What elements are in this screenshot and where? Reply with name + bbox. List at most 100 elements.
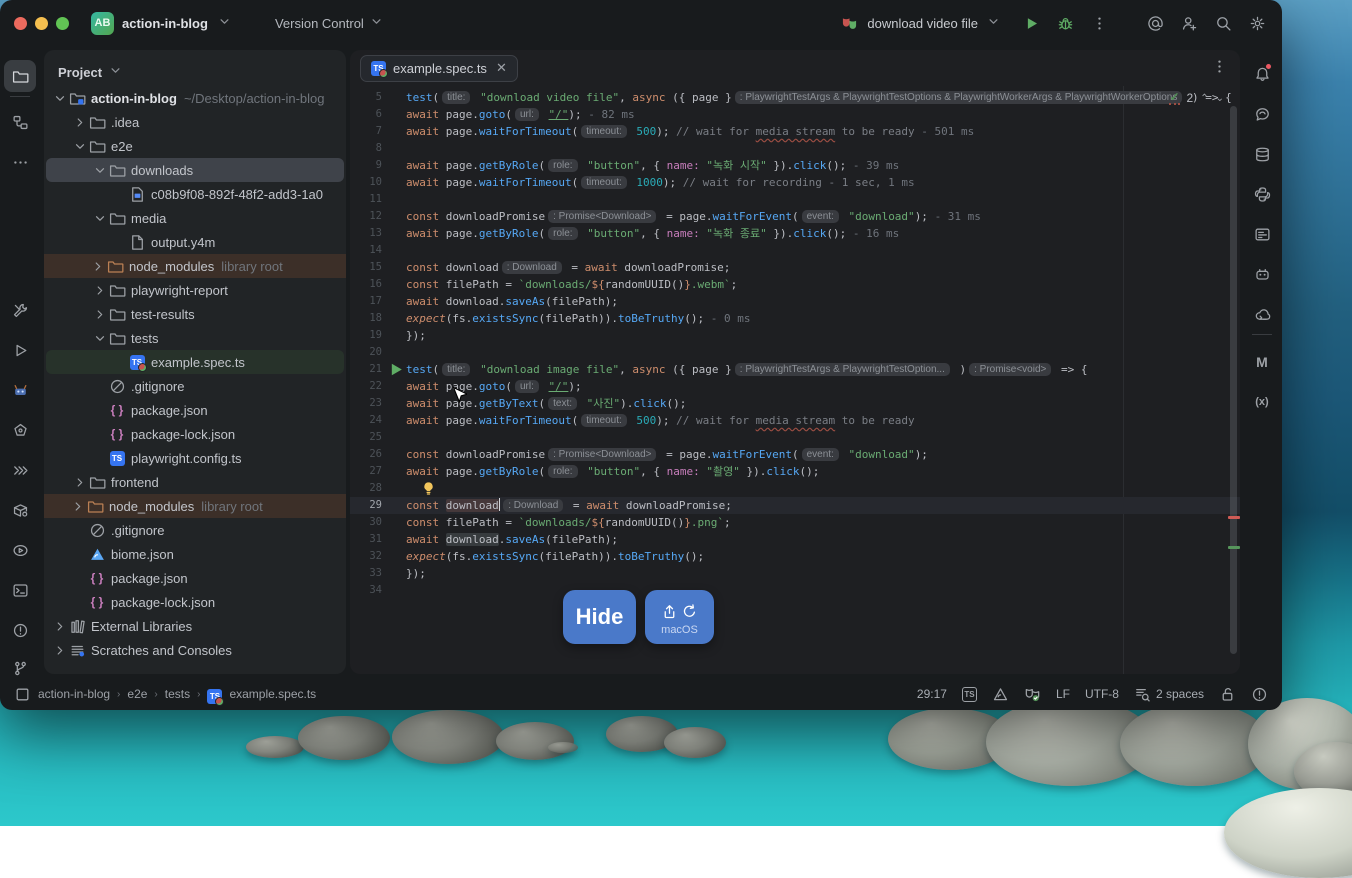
notifications-tool-button[interactable] bbox=[1246, 58, 1278, 90]
caret-position[interactable]: 29:17 bbox=[917, 687, 947, 701]
tree-item-c08b9f08-892f-48f2-add3-1a0[interactable]: c08b9f08-892f-48f2-add3-1a0 bbox=[46, 182, 344, 206]
commit-tool-button[interactable] bbox=[4, 106, 36, 138]
chevron-right-icon[interactable] bbox=[92, 282, 108, 298]
line-number[interactable]: 25 bbox=[350, 429, 386, 446]
macos-share-button[interactable]: macOS bbox=[645, 590, 714, 644]
line-number[interactable]: 23 bbox=[350, 395, 386, 412]
lock-icon[interactable] bbox=[1219, 686, 1236, 703]
chevron-down-icon[interactable] bbox=[52, 90, 68, 106]
code-line-30[interactable]: 30 const filePath = `downloads/${randomU… bbox=[350, 514, 1240, 531]
close-tab-icon[interactable]: ✕ bbox=[496, 60, 507, 76]
ai-chat-tool-button[interactable] bbox=[1246, 258, 1278, 290]
chevron-right-icon[interactable] bbox=[72, 114, 88, 130]
line-number[interactable]: 21 bbox=[350, 361, 386, 378]
ai-assistant-button[interactable] bbox=[1144, 12, 1166, 34]
settings-button[interactable] bbox=[1246, 12, 1268, 34]
code-with-me-button[interactable] bbox=[1178, 12, 1200, 34]
search-everywhere-button[interactable] bbox=[1212, 12, 1234, 34]
tree-item-node-modules[interactable]: node_modules library root bbox=[44, 254, 346, 278]
tree-item-e2e[interactable]: e2e bbox=[46, 134, 344, 158]
chevron-down-icon[interactable] bbox=[107, 62, 124, 82]
error-stripe-mark[interactable] bbox=[1228, 546, 1240, 549]
minimize-window-button[interactable] bbox=[35, 16, 48, 30]
tree-item-package-lock.json[interactable]: { } package-lock.json bbox=[46, 422, 344, 446]
code-line-17[interactable]: 17 await download.saveAs(filePath); bbox=[350, 293, 1240, 310]
tree-item-frontend[interactable]: frontend bbox=[46, 470, 344, 494]
breadcrumb-action-in-blog[interactable]: action-in-blog bbox=[38, 687, 110, 701]
run-configuration-selector[interactable]: download video file bbox=[838, 12, 1002, 34]
project-menu[interactable]: action-in-blog bbox=[122, 13, 233, 33]
tree-item-downloads[interactable]: downloads bbox=[46, 158, 344, 182]
line-number[interactable]: 12 bbox=[350, 208, 386, 225]
tree-item-package-lock.json[interactable]: { } package-lock.json bbox=[46, 590, 344, 614]
code-line-12[interactable]: 12 const downloadPromise: Promise<Downlo… bbox=[350, 208, 1240, 225]
line-number[interactable]: 11 bbox=[350, 191, 386, 208]
fullscreen-window-button[interactable] bbox=[56, 16, 69, 30]
code-line-28[interactable]: 28 bbox=[350, 480, 1240, 497]
line-number[interactable]: 24 bbox=[350, 412, 386, 429]
chevron-down-icon[interactable] bbox=[92, 162, 108, 178]
run-button[interactable] bbox=[1020, 12, 1042, 34]
run-tool-button[interactable] bbox=[4, 334, 36, 366]
line-number[interactable]: 26 bbox=[350, 446, 386, 463]
line-number[interactable]: 29 bbox=[350, 497, 386, 514]
version-control-menu[interactable]: Version Control bbox=[275, 13, 385, 33]
chevron-right-icon[interactable] bbox=[52, 618, 68, 634]
tree-item-playwright.config.ts[interactable]: TS playwright.config.ts bbox=[46, 446, 344, 470]
code-line-21[interactable]: 21 test(title: "download image file", asy… bbox=[350, 361, 1240, 378]
meta-tool-tool-button[interactable] bbox=[4, 414, 36, 446]
chevron-right-icon[interactable] bbox=[70, 498, 86, 514]
chevron-down-icon[interactable] bbox=[92, 330, 108, 346]
tree-item-.gitignore[interactable]: .gitignore bbox=[46, 374, 344, 398]
line-number[interactable]: 27 bbox=[350, 463, 386, 480]
code-line-33[interactable]: 33}); bbox=[350, 565, 1240, 582]
code-line-25[interactable]: 25 bbox=[350, 429, 1240, 446]
tree-item-test-results[interactable]: test-results bbox=[46, 302, 344, 326]
tree-item-Scratches-and-Consoles[interactable]: Scratches and Consoles bbox=[46, 638, 344, 662]
run-test-gutter-icon[interactable] bbox=[386, 361, 406, 378]
code-line-16[interactable]: 16 const filePath = `downloads/${randomU… bbox=[350, 276, 1240, 293]
terminal-tool-button[interactable] bbox=[4, 574, 36, 606]
chevron-right-icon[interactable] bbox=[92, 306, 108, 322]
code-line-24[interactable]: 24 await page.waitForTimeout(timeout: 50… bbox=[350, 412, 1240, 429]
line-number[interactable]: 32 bbox=[350, 548, 386, 565]
code-line-26[interactable]: 26 const downloadPromise: Promise<Downlo… bbox=[350, 446, 1240, 463]
playwright-status-icon[interactable] bbox=[1024, 686, 1041, 703]
error-indicator-icon[interactable] bbox=[1251, 686, 1268, 703]
tree-item-node-modules[interactable]: node_modules library root bbox=[44, 494, 346, 518]
code-line-34[interactable]: 34 bbox=[350, 582, 1240, 599]
build-tool-button[interactable] bbox=[4, 294, 36, 326]
code-line-5[interactable]: 5 test(title: "download video file", asyn… bbox=[350, 89, 1240, 106]
next-problem-icon[interactable]: ⌄ bbox=[1216, 93, 1224, 104]
line-number[interactable]: 14 bbox=[350, 242, 386, 259]
line-number[interactable]: 33 bbox=[350, 565, 386, 582]
close-window-button[interactable] bbox=[14, 16, 27, 30]
line-number[interactable]: 16 bbox=[350, 276, 386, 293]
chevron-down-icon[interactable] bbox=[72, 138, 88, 154]
markdown-tool-button[interactable]: M bbox=[1246, 346, 1278, 378]
typescript-status-icon[interactable]: TS bbox=[961, 686, 977, 702]
code-line-10[interactable]: 10 await page.waitForTimeout(timeout: 10… bbox=[350, 174, 1240, 191]
chevron-down-icon[interactable] bbox=[92, 210, 108, 226]
ai-assistant-tool-button[interactable] bbox=[1246, 98, 1278, 130]
more-tool-windows-tool-button[interactable] bbox=[4, 146, 36, 178]
code-line-23[interactable]: 23 await page.getByText(text: "사진").clic… bbox=[350, 395, 1240, 412]
code-line-22[interactable]: 22 await page.goto(url: "/"); bbox=[350, 378, 1240, 395]
line-number[interactable]: 31 bbox=[350, 531, 386, 548]
line-number[interactable]: 30 bbox=[350, 514, 386, 531]
line-number[interactable]: 6 bbox=[350, 106, 386, 123]
problems-tool-button[interactable] bbox=[4, 614, 36, 646]
services-tool-button[interactable] bbox=[4, 494, 36, 526]
error-stripe-mark[interactable] bbox=[1228, 516, 1240, 519]
line-number[interactable]: 8 bbox=[350, 140, 386, 157]
tree-item-example.spec.ts[interactable]: TS example.spec.ts bbox=[46, 350, 344, 374]
code-line-9[interactable]: 9 await page.getByRole(role: "button", {… bbox=[350, 157, 1240, 174]
tree-item-media[interactable]: media bbox=[46, 206, 344, 230]
previous-problem-icon[interactable]: ⌃ bbox=[1200, 93, 1208, 104]
code-line-7[interactable]: 7 await page.waitForTimeout(timeout: 500… bbox=[350, 123, 1240, 140]
python-packages-tool-button[interactable] bbox=[1246, 178, 1278, 210]
tree-item-package.json[interactable]: { } package.json bbox=[46, 566, 344, 590]
line-number[interactable]: 17 bbox=[350, 293, 386, 310]
profiler-tool-button[interactable] bbox=[4, 534, 36, 566]
code-line-20[interactable]: 20 bbox=[350, 344, 1240, 361]
